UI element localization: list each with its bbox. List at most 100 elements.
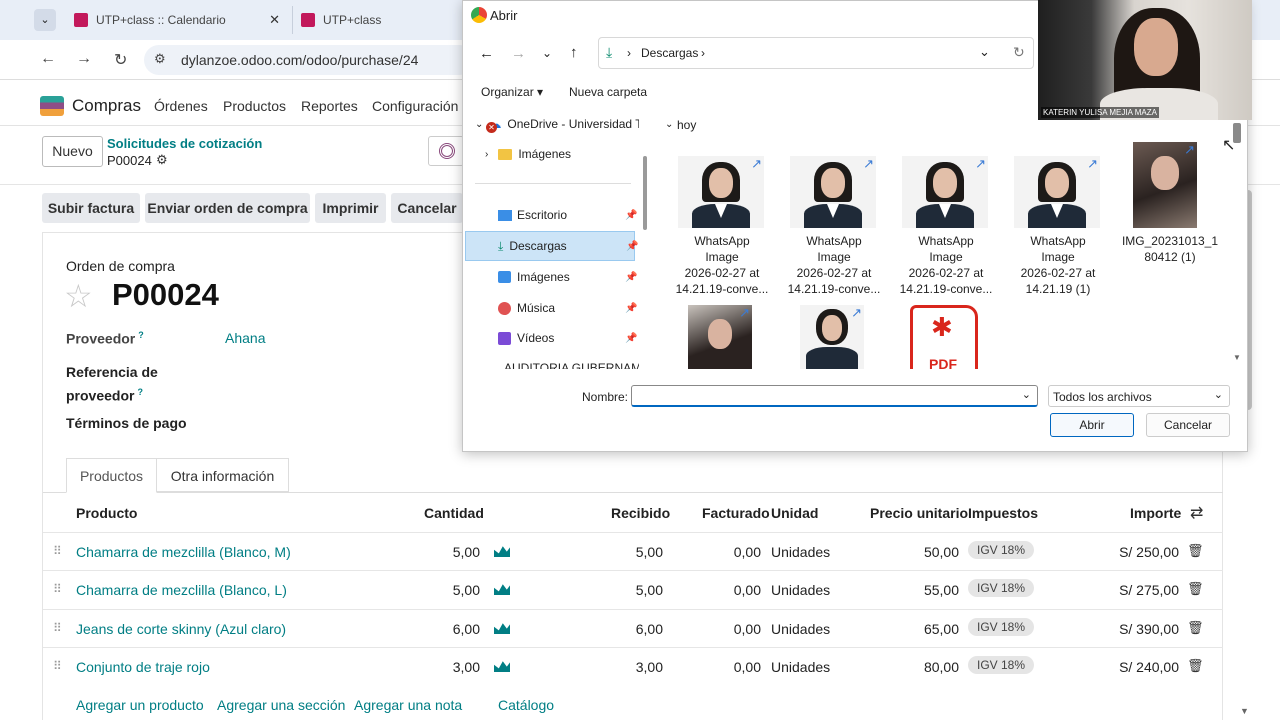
new-folder-button[interactable]: Nueva carpeta — [569, 85, 647, 99]
nav-escritorio[interactable]: Escritorio 📌 — [465, 200, 637, 230]
received-value[interactable]: 3,00 — [583, 659, 663, 675]
close-tab-icon[interactable]: ✕ — [269, 12, 280, 28]
recent-dropdown-icon[interactable]: ⌄ — [542, 46, 552, 60]
trash-icon[interactable]: 🗑 — [1187, 658, 1204, 674]
received-value[interactable]: 5,00 — [583, 544, 663, 560]
product-name[interactable]: Conjunto de traje rojo — [76, 659, 210, 675]
expand-icon[interactable]: ⌄ — [475, 119, 483, 130]
site-info-icon[interactable]: ⚙ — [154, 51, 166, 67]
forecast-chart-icon[interactable] — [494, 623, 510, 634]
file-type-select[interactable]: Todos los archivos ⌄ — [1048, 385, 1230, 407]
table-row[interactable]: ⠿ Chamarra de mezclilla (Blanco, M) 5,00 5,… — [43, 532, 1223, 570]
trash-icon[interactable]: 🗑 — [1187, 620, 1204, 636]
gear-icon[interactable]: ⚙ — [156, 152, 168, 168]
file-name[interactable]: WhatsApp Image 2026-02-27 at 14.21.19-conve… — [782, 233, 886, 297]
received-value[interactable]: 5,00 — [583, 582, 663, 598]
menu-ordenes[interactable]: Órdenes — [154, 98, 208, 114]
pin-icon[interactable]: 📌 — [625, 303, 637, 314]
file-name[interactable]: IMG_20231013_1 80412 (1) — [1118, 233, 1222, 265]
tax-badge[interactable]: IGV 18% — [968, 579, 1035, 597]
dialog-address-bar[interactable]: ⤓ › Descargas › ⌄ ↻ — [598, 37, 1034, 69]
trash-icon[interactable]: 🗑 — [1187, 543, 1204, 559]
upload-invoice-button[interactable]: Subir factura — [42, 193, 140, 223]
supplier-value[interactable]: Ahana — [225, 330, 265, 346]
forward-icon[interactable]: → — [76, 50, 92, 68]
catalog-link[interactable]: Catálogo — [498, 697, 554, 713]
forecast-chart-icon[interactable] — [494, 546, 510, 557]
table-row[interactable]: ⠿ Chamarra de mezclilla (Blanco, L) 5,00 5,… — [43, 570, 1223, 608]
file-thumbnail[interactable]: ↗ — [688, 305, 752, 369]
favorite-star-icon[interactable]: ☆ — [64, 277, 93, 315]
browser-tab-utp[interactable]: UTP+class — [292, 6, 462, 34]
dialog-back-icon[interactable]: ← — [479, 45, 494, 62]
product-name[interactable]: Chamarra de mezclilla (Blanco, M) — [76, 544, 291, 560]
drag-handle-icon[interactable]: ⠿ — [53, 544, 62, 558]
trash-icon[interactable]: 🗑 — [1187, 581, 1204, 597]
new-button[interactable]: Nuevo — [42, 136, 103, 167]
product-name[interactable]: Jeans de corte skinny (Azul claro) — [76, 621, 286, 637]
reload-icon[interactable]: ↻ — [114, 50, 127, 70]
nav-imagenes[interactable]: Imágenes 📌 — [465, 262, 637, 292]
help-icon[interactable]: ? — [137, 387, 143, 397]
unit-value[interactable]: Unidades — [771, 582, 830, 598]
unit-value[interactable]: Unidades — [771, 621, 830, 637]
activity-icon[interactable] — [428, 136, 464, 166]
drag-handle-icon[interactable]: ⠿ — [53, 659, 62, 673]
menu-configuracion[interactable]: Configuración — [372, 98, 458, 114]
file-thumbnail[interactable]: ↗ — [800, 305, 864, 369]
nav-musica[interactable]: Música 📌 — [465, 293, 637, 323]
add-section-link[interactable]: Agregar una sección — [217, 697, 345, 713]
price-value[interactable]: 80,00 — [879, 659, 959, 675]
cancel-button[interactable]: Cancelar — [1146, 413, 1230, 437]
dialog-forward-icon[interactable]: → — [511, 45, 526, 62]
add-note-link[interactable]: Agregar una nota — [354, 697, 462, 713]
file-thumbnail[interactable]: ↗ — [678, 156, 764, 228]
path-segment[interactable]: Descargas — [641, 46, 698, 60]
nav-onedrive-imagenes[interactable]: › Imágenes — [465, 139, 635, 169]
file-thumbnail[interactable]: ↗ — [1014, 156, 1100, 228]
col-producto[interactable]: Producto — [76, 505, 137, 521]
nav-descargas[interactable]: ⤓ Descargas 📌 — [465, 231, 638, 261]
tab-productos[interactable]: Productos — [66, 458, 157, 493]
col-impuestos[interactable]: Impuestos — [968, 505, 1038, 521]
qty-value[interactable]: 3,00 — [400, 659, 480, 675]
dialog-up-icon[interactable]: ↑ — [570, 44, 578, 61]
pdf-file-icon[interactable]: ✱ PDF — [910, 305, 978, 369]
send-po-button[interactable]: Enviar orden de compra — [145, 193, 310, 223]
qty-value[interactable]: 5,00 — [400, 544, 480, 560]
file-name[interactable]: WhatsApp Image 2026-02-27 at 14.21.19 (1) — [1006, 233, 1110, 297]
browser-tab-calendario[interactable]: UTP+class :: Calendario ✕ — [64, 6, 288, 34]
nav-videos[interactable]: Vídeos 📌 — [465, 323, 637, 353]
nav-pane-scrollbar[interactable] — [643, 156, 647, 230]
cancel-order-button[interactable]: Cancelar — [391, 193, 463, 223]
odoo-app-icon[interactable] — [40, 96, 64, 116]
scroll-down-icon[interactable]: ▼ — [1240, 706, 1249, 716]
received-value[interactable]: 6,00 — [583, 621, 663, 637]
filename-input[interactable]: ⌄ — [631, 385, 1038, 407]
nav-auditoria[interactable]: AUDITORIA GUBERNAM — [465, 353, 639, 369]
pin-icon[interactable]: 📌 — [626, 241, 638, 252]
col-cantidad[interactable]: Cantidad — [424, 505, 484, 521]
address-dropdown-icon[interactable]: ⌄ — [979, 44, 990, 60]
pin-icon[interactable]: 📌 — [625, 333, 637, 344]
add-product-link[interactable]: Agregar un producto — [76, 697, 204, 713]
help-icon[interactable]: ? — [138, 330, 144, 340]
table-row[interactable]: ⠿ Conjunto de traje rojo 3,00 3,00 0,00 Unida… — [43, 647, 1223, 685]
refresh-icon[interactable]: ↻ — [1013, 44, 1025, 61]
breadcrumb-parent[interactable]: Solicitudes de cotización — [107, 136, 262, 151]
qty-value[interactable]: 6,00 — [400, 621, 480, 637]
col-precio[interactable]: Precio unitario — [870, 505, 968, 521]
menu-productos[interactable]: Productos — [223, 98, 286, 114]
file-thumbnail[interactable]: ↗ — [1133, 142, 1197, 228]
product-name[interactable]: Chamarra de mezclilla (Blanco, L) — [76, 582, 287, 598]
table-row[interactable]: ⠿ Jeans de corte skinny (Azul claro) 6,00 6… — [43, 609, 1223, 647]
col-facturado[interactable]: Facturado — [702, 505, 770, 521]
forecast-chart-icon[interactable] — [494, 584, 510, 595]
file-name[interactable]: WhatsApp Image 2026-02-27 at 14.21.19-conve… — [670, 233, 774, 297]
tax-badge[interactable]: IGV 18% — [968, 656, 1035, 674]
back-icon[interactable]: ← — [40, 50, 56, 68]
tab-otra-informacion[interactable]: Otra información — [157, 458, 289, 492]
col-importe[interactable]: Importe — [1130, 505, 1181, 521]
unit-value[interactable]: Unidades — [771, 544, 830, 560]
address-bar[interactable]: ⚙ dylanzoe.odoo.com/odoo/purchase/24 — [144, 45, 474, 75]
